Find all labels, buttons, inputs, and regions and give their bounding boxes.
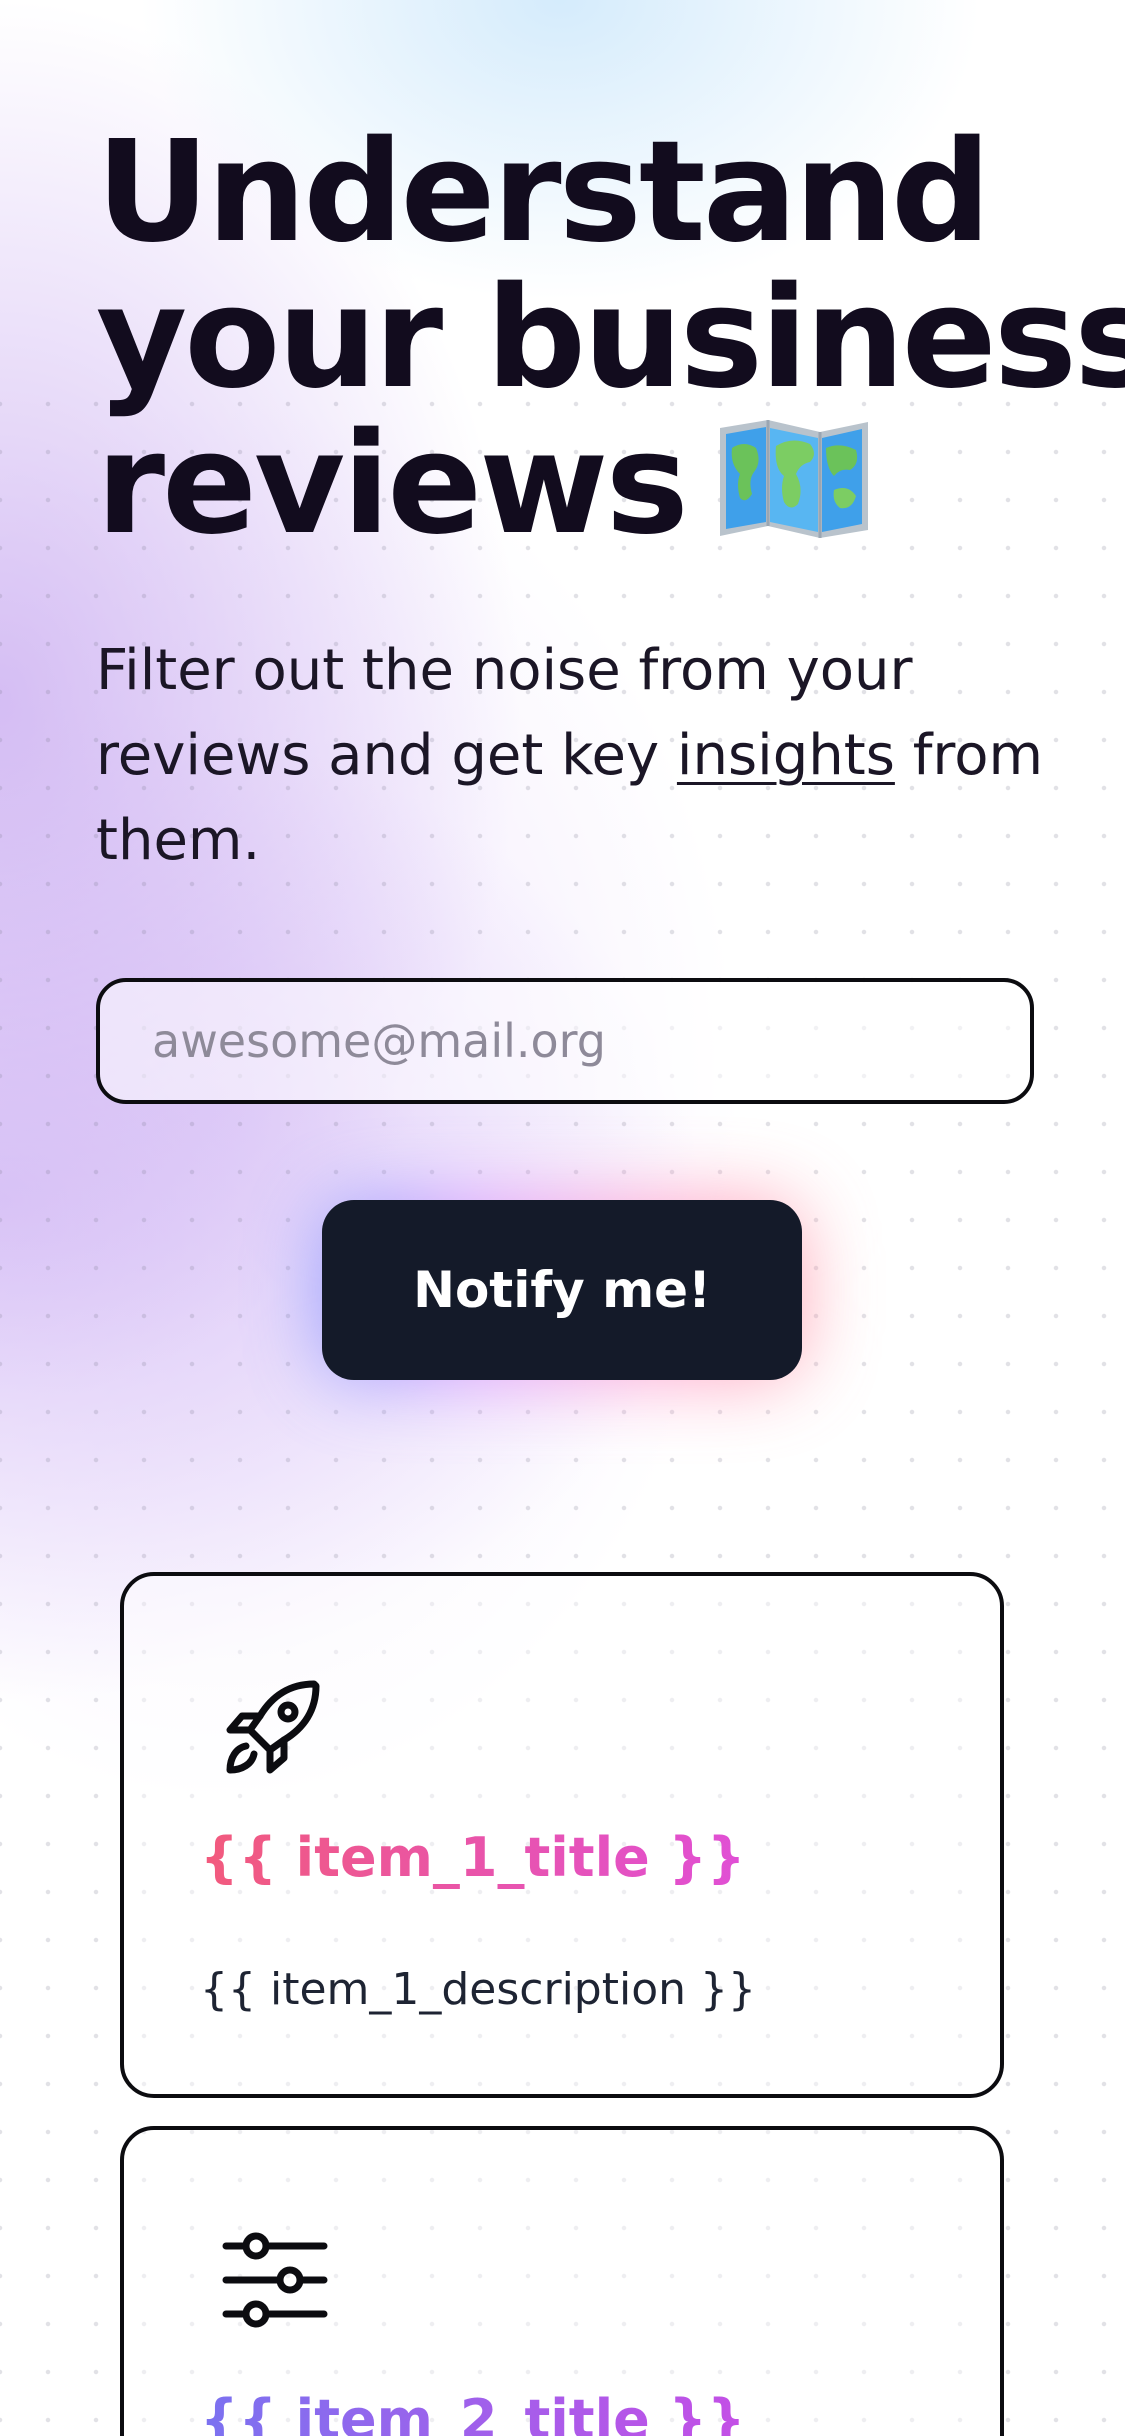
hero-title: Understand your business reviews	[96, 111, 1125, 558]
feature-2-title: {{ item_2_title }}	[200, 2388, 745, 2436]
feature-1-description: {{ item_1_description }}	[200, 1964, 756, 2015]
world-map-icon	[719, 420, 868, 538]
hero-subtitle: Filter out the noise from your reviews a…	[96, 628, 1056, 883]
feature-card-1: {{ item_1_title }} {{ item_1_description…	[120, 1572, 1004, 2098]
sliders-icon	[222, 2232, 328, 2328]
rocket-icon	[226, 1680, 320, 1774]
notify-button[interactable]: Notify me!	[322, 1200, 802, 1380]
landing-content: Understand your business reviews Filter …	[0, 0, 1125, 2436]
feature-1-title: {{ item_1_title }}	[200, 1826, 746, 1889]
feature-card-2: {{ item_2_title }}	[120, 2126, 1004, 2436]
email-field[interactable]	[96, 978, 1034, 1104]
hero-title-line-3-text: reviews	[96, 403, 689, 566]
hero-title-line-3: reviews	[96, 412, 1056, 558]
hero-title-line-2: your business	[96, 257, 1125, 420]
hero-title-line-1: Understand	[96, 111, 991, 274]
insights-link[interactable]: insights	[677, 723, 895, 788]
